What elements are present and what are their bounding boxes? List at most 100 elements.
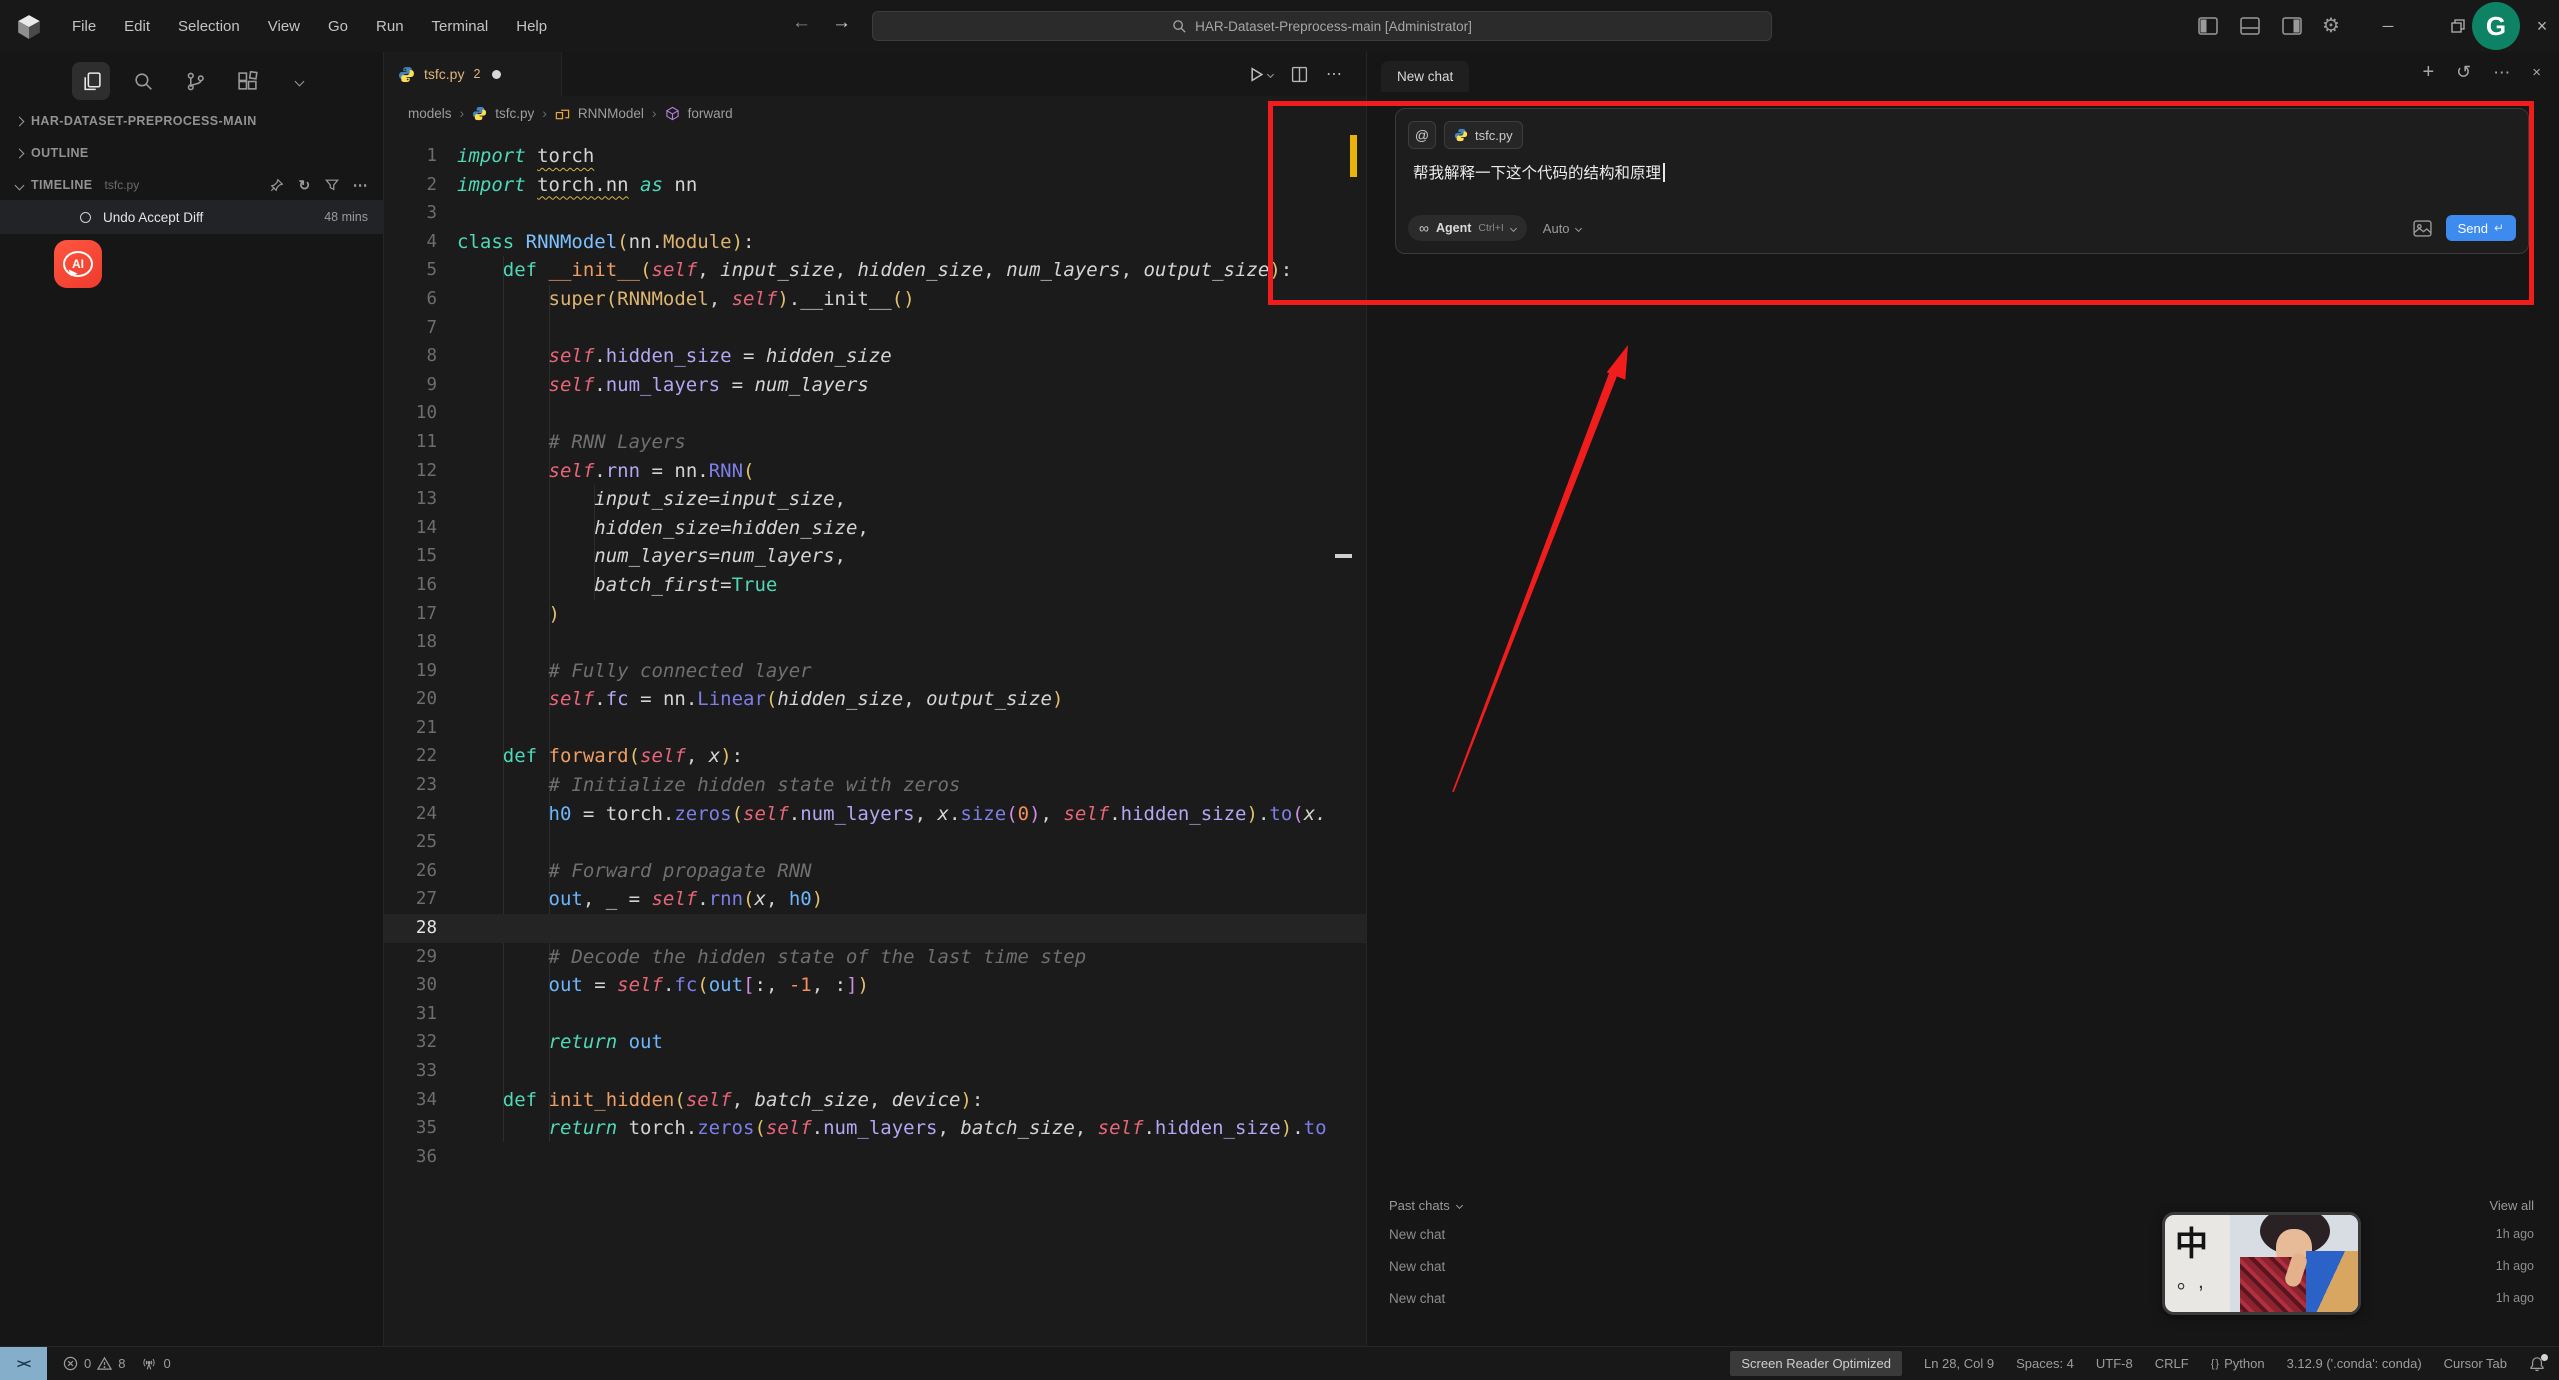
line-number[interactable]: 13 bbox=[384, 485, 437, 514]
code-line[interactable]: 25 bbox=[384, 828, 1366, 857]
chat-message-input[interactable]: 帮我解释一下这个代码的结构和原理 bbox=[1413, 161, 1665, 183]
menu-go[interactable]: Go bbox=[314, 12, 362, 41]
line-number[interactable]: 6 bbox=[384, 285, 437, 314]
activity-more-chevron-icon[interactable] bbox=[280, 62, 318, 100]
code-line[interactable]: 17 ) bbox=[384, 600, 1366, 629]
refresh-icon[interactable]: ↻ bbox=[298, 177, 310, 194]
toggle-sidebar-icon[interactable] bbox=[2198, 17, 2218, 35]
extensions-icon[interactable] bbox=[228, 62, 266, 100]
code-line[interactable]: 13 input_size=input_size, bbox=[384, 485, 1366, 514]
code-line[interactable]: 32 return out bbox=[384, 1028, 1366, 1057]
eol-indicator[interactable]: CRLF bbox=[2155, 1356, 2189, 1371]
line-number[interactable]: 25 bbox=[384, 828, 437, 857]
line-number[interactable]: 26 bbox=[384, 857, 437, 886]
nav-forward-button[interactable]: → bbox=[832, 12, 851, 34]
timeline-item-undo-accept-diff[interactable]: Undo Accept Diff 48 mins bbox=[0, 200, 384, 234]
code-line[interactable]: 1import torch bbox=[384, 142, 1366, 171]
past-chat-item[interactable]: New chat 1h ago bbox=[1367, 1218, 2559, 1250]
code-line[interactable]: 15 num_layers=num_layers, bbox=[384, 542, 1366, 571]
code-line[interactable]: 3 bbox=[384, 199, 1366, 228]
line-number[interactable]: 24 bbox=[384, 800, 437, 829]
line-number[interactable]: 20 bbox=[384, 685, 437, 714]
code-line[interactable]: 23 # Initialize hidden state with zeros bbox=[384, 771, 1366, 800]
encoding-indicator[interactable]: UTF-8 bbox=[2096, 1356, 2133, 1371]
language-indicator[interactable]: { } Python bbox=[2211, 1356, 2265, 1371]
menu-view[interactable]: View bbox=[254, 12, 314, 41]
tab-tsfc-py[interactable]: tsfc.py 2 bbox=[384, 52, 562, 96]
view-all-link[interactable]: View all bbox=[2489, 1198, 2534, 1213]
line-number[interactable]: 31 bbox=[384, 1000, 437, 1029]
code-line[interactable]: 29 # Decode the hidden state of the last… bbox=[384, 943, 1366, 972]
code-line[interactable]: 10 bbox=[384, 399, 1366, 428]
window-close-button[interactable]: × bbox=[2520, 0, 2559, 52]
past-chats-label[interactable]: Past chats bbox=[1389, 1198, 1450, 1213]
line-number[interactable]: 35 bbox=[384, 1114, 437, 1143]
code-line[interactable]: 22 def forward(self, x): bbox=[384, 742, 1366, 771]
line-number[interactable]: 32 bbox=[384, 1028, 437, 1057]
breadcrumb-folder[interactable]: models bbox=[408, 106, 452, 121]
code-line[interactable]: 26 # Forward propagate RNN bbox=[384, 857, 1366, 886]
code-line[interactable]: 11 # RNN Layers bbox=[384, 428, 1366, 457]
python-interpreter-indicator[interactable]: 3.12.9 ('.conda': conda) bbox=[2287, 1356, 2422, 1371]
menu-selection[interactable]: Selection bbox=[164, 12, 254, 41]
line-number[interactable]: 7 bbox=[384, 314, 437, 343]
menu-file[interactable]: File bbox=[58, 12, 110, 41]
line-number[interactable]: 3 bbox=[384, 199, 437, 228]
line-number[interactable]: 34 bbox=[384, 1086, 437, 1115]
menu-help[interactable]: Help bbox=[502, 12, 561, 41]
send-button[interactable]: Send ↵ bbox=[2446, 215, 2516, 241]
line-number[interactable]: 12 bbox=[384, 457, 437, 486]
line-number[interactable]: 9 bbox=[384, 371, 437, 400]
breadcrumb-file[interactable]: tsfc.py bbox=[495, 106, 534, 121]
line-number[interactable]: 15 bbox=[384, 542, 437, 571]
past-chat-item[interactable]: New chat 1h ago bbox=[1367, 1250, 2559, 1282]
line-number[interactable]: 27 bbox=[384, 885, 437, 914]
pin-icon[interactable] bbox=[270, 178, 284, 192]
filter-icon[interactable] bbox=[325, 178, 339, 192]
line-number[interactable]: 11 bbox=[384, 428, 437, 457]
line-number[interactable]: 2 bbox=[384, 171, 437, 200]
ports-indicator[interactable]: 0 bbox=[141, 1356, 170, 1371]
line-number[interactable]: 29 bbox=[384, 943, 437, 972]
attach-image-icon[interactable] bbox=[2413, 220, 2432, 237]
chat-history-icon[interactable]: ↺ bbox=[2456, 62, 2471, 83]
ai-assistant-badge[interactable]: AI bbox=[54, 240, 102, 288]
code-line[interactable]: 21 bbox=[384, 714, 1366, 743]
toggle-secondary-sidebar-icon[interactable] bbox=[2282, 17, 2302, 35]
split-editor-icon[interactable] bbox=[1291, 66, 1308, 83]
cursor-tab-indicator[interactable]: Cursor Tab bbox=[2444, 1356, 2507, 1371]
code-line[interactable]: 9 self.num_layers = num_layers bbox=[384, 371, 1366, 400]
notifications-bell-icon[interactable] bbox=[2529, 1356, 2545, 1372]
code-line[interactable]: 19 # Fully connected layer bbox=[384, 657, 1366, 686]
menu-edit[interactable]: Edit bbox=[110, 12, 164, 41]
past-chat-item[interactable]: New chat 1h ago bbox=[1367, 1282, 2559, 1314]
problems-indicator[interactable]: 0 8 bbox=[63, 1356, 125, 1371]
grammarly-icon[interactable]: G bbox=[2472, 2, 2520, 50]
code-line[interactable]: 16 batch_first=True bbox=[384, 571, 1366, 600]
line-number[interactable]: 14 bbox=[384, 514, 437, 543]
source-control-icon[interactable] bbox=[176, 62, 214, 100]
code-line[interactable]: 14 hidden_size=hidden_size, bbox=[384, 514, 1366, 543]
code-line[interactable]: 36 bbox=[384, 1143, 1366, 1172]
new-chat-plus-icon[interactable]: + bbox=[2422, 61, 2434, 84]
editor-more-actions-icon[interactable]: ⋯ bbox=[1326, 64, 1342, 84]
line-number[interactable]: 19 bbox=[384, 657, 437, 686]
line-number[interactable]: 16 bbox=[384, 571, 437, 600]
nav-back-button[interactable]: ← bbox=[792, 12, 811, 34]
search-view-icon[interactable] bbox=[124, 62, 162, 100]
code-line[interactable]: 5 def __init__(self, input_size, hidden_… bbox=[384, 256, 1366, 285]
code-line[interactable]: 18 bbox=[384, 628, 1366, 657]
line-number[interactable]: 33 bbox=[384, 1057, 437, 1086]
chat-input-card[interactable]: @ tsfc.py 帮我解释一下这个代码的结构和原理 ∞ Agent Ctrl+… bbox=[1395, 108, 2529, 254]
screen-reader-indicator[interactable]: Screen Reader Optimized bbox=[1730, 1351, 1902, 1376]
line-number[interactable]: 17 bbox=[384, 600, 437, 629]
more-actions-icon[interactable]: ⋯ bbox=[353, 176, 368, 194]
line-number[interactable]: 10 bbox=[384, 399, 437, 428]
code-line[interactable]: 20 self.fc = nn.Linear(hidden_size, outp… bbox=[384, 685, 1366, 714]
line-number[interactable]: 1 bbox=[384, 142, 437, 171]
code-line[interactable]: 33 bbox=[384, 1057, 1366, 1086]
run-python-button[interactable] bbox=[1250, 67, 1273, 82]
sidebar-section-project[interactable]: HAR-DATASET-PREPROCESS-MAIN bbox=[0, 106, 384, 136]
code-line[interactable]: 30 out = self.fc(out[:, -1, :]) bbox=[384, 971, 1366, 1000]
code-line[interactable]: 35 return torch.zeros(self.num_layers, b… bbox=[384, 1114, 1366, 1143]
